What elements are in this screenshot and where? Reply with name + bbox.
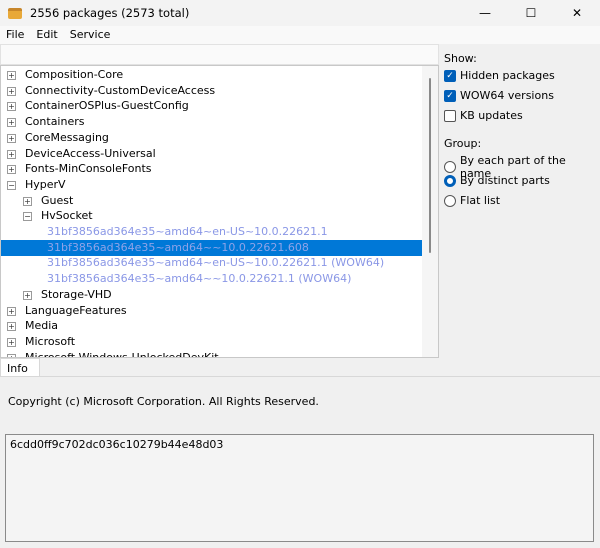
expand-icon[interactable]: +: [23, 196, 32, 206]
filter-input[interactable]: [0, 44, 439, 65]
tree-node-label: Microsoft-Windows-UnlockedDevKit: [25, 350, 219, 358]
tree-node[interactable]: + Guest: [1, 193, 422, 209]
tree-node-label: Microsoft: [25, 334, 76, 348]
tree-node[interactable]: + Fonts-MinConsoleFonts: [1, 161, 422, 177]
hidden-packages-checkbox[interactable]: ✓ Hidden packages: [444, 69, 555, 82]
tree-node[interactable]: + Storage-VHD: [1, 287, 422, 303]
group-heading: Group:: [444, 137, 482, 150]
tree-node-label: Connectivity-CustomDeviceAccess: [25, 83, 216, 97]
tree-node-label: Fonts-MinConsoleFonts: [25, 162, 152, 176]
wow64-versions-checkbox[interactable]: ✓ WOW64 versions: [444, 89, 554, 102]
menu-service[interactable]: Service: [64, 26, 117, 44]
tree-node-label: 31bf3856ad364e35~amd64~~10.0.22621.608: [47, 240, 309, 254]
menu-file[interactable]: File: [0, 26, 30, 44]
tree-node-label: Guest: [41, 193, 74, 207]
collapse-icon[interactable]: −: [7, 180, 16, 190]
scrollbar-thumb[interactable]: [429, 78, 431, 253]
radio-selected-icon: [444, 174, 456, 187]
tree-node-label: Composition-Core: [25, 68, 124, 81]
package-item[interactable]: 31bf3856ad364e35~amd64~en-US~10.0.22621.…: [1, 224, 422, 240]
show-heading: Show:: [444, 52, 477, 65]
tree-node[interactable]: + LanguageFeatures: [1, 303, 422, 319]
option-label: Flat list: [460, 194, 501, 207]
expand-icon[interactable]: +: [7, 102, 16, 112]
tree-node-label: Containers: [25, 115, 85, 129]
tree-node[interactable]: + Containers: [1, 114, 422, 130]
tree-node[interactable]: + ContainerOSPlus-GuestConfig: [1, 98, 422, 114]
expand-icon[interactable]: +: [23, 290, 32, 300]
minimize-button[interactable]: —: [462, 0, 508, 26]
tab-info[interactable]: Info: [0, 358, 40, 376]
group-distinct-parts-radio[interactable]: By distinct parts: [444, 174, 550, 187]
group-flat-list-radio[interactable]: Flat list: [444, 194, 500, 207]
kb-updates-checkbox[interactable]: KB updates: [444, 109, 523, 122]
checkbox-checked-icon: ✓: [444, 89, 456, 102]
option-label: KB updates: [460, 109, 523, 122]
tree-node-label: 31bf3856ad364e35~amd64~en-US~10.0.22621.…: [47, 256, 385, 270]
tree-node-label: Storage-VHD: [41, 287, 112, 301]
tree-node-label: HyperV: [25, 177, 66, 191]
radio-icon: [444, 161, 456, 173]
expand-icon[interactable]: +: [7, 165, 16, 175]
expand-icon[interactable]: +: [7, 118, 16, 128]
expand-icon[interactable]: +: [7, 337, 16, 347]
radio-icon: [444, 194, 456, 207]
tree-node-label: DeviceAccess-Universal: [25, 146, 156, 160]
tree-node-label: 31bf3856ad364e35~amd64~~10.0.22621.1 (WO…: [47, 272, 352, 286]
tree-scrollbar[interactable]: [422, 66, 438, 357]
tree-node-label: CoreMessaging: [25, 130, 109, 144]
tree-node-label: LanguageFeatures: [25, 303, 127, 317]
tree-node[interactable]: + Microsoft: [1, 334, 422, 350]
info-panel: Copyright (c) Microsoft Corporation. All…: [0, 376, 600, 548]
tree-node[interactable]: − HvSocket: [1, 208, 422, 224]
title-bar: 2556 packages (2573 total) — ☐ ✕: [0, 0, 600, 26]
checkbox-unchecked-icon: [444, 109, 456, 122]
tree-node[interactable]: + Media: [1, 318, 422, 334]
expand-icon[interactable]: +: [7, 133, 16, 143]
expand-icon[interactable]: +: [7, 71, 16, 80]
tree-node-label: 31bf3856ad364e35~amd64~en-US~10.0.22621.…: [47, 225, 328, 238]
expand-icon[interactable]: +: [7, 306, 16, 316]
close-button[interactable]: ✕: [554, 0, 600, 26]
maximize-button[interactable]: ☐: [508, 0, 554, 26]
tree-node[interactable]: + CoreMessaging: [1, 130, 422, 146]
tree-node[interactable]: + Composition-Core: [1, 67, 422, 83]
package-item[interactable]: 31bf3856ad364e35~amd64~~10.0.22621.1 (WO…: [1, 271, 422, 287]
collapse-icon[interactable]: −: [23, 212, 32, 222]
tree-node-label: ContainerOSPlus-GuestConfig: [25, 99, 189, 113]
app-folder-icon: [8, 7, 22, 19]
expand-icon[interactable]: +: [7, 149, 16, 159]
option-label: By distinct parts: [460, 174, 550, 187]
expand-icon[interactable]: +: [7, 322, 16, 332]
tree-node[interactable]: + DeviceAccess-Universal: [1, 146, 422, 162]
tree-node-label: HvSocket: [41, 209, 93, 223]
menu-edit[interactable]: Edit: [30, 26, 63, 44]
tree-node-label: Media: [25, 319, 59, 333]
window-title: 2556 packages (2573 total): [30, 6, 190, 20]
tree-node[interactable]: + Connectivity-CustomDeviceAccess: [1, 83, 422, 99]
menu-bar: File Edit Service: [0, 26, 600, 44]
checkbox-checked-icon: ✓: [444, 69, 456, 82]
hash-textbox[interactable]: 6cdd0ff9c702dc036c10279b44e48d03: [5, 434, 594, 542]
package-item[interactable]: 31bf3856ad364e35~amd64~~10.0.22621.608: [1, 239, 422, 256]
tree-node[interactable]: − HyperV: [1, 177, 422, 193]
copyright-text: Copyright (c) Microsoft Corporation. All…: [8, 395, 319, 408]
tree-node[interactable]: +Microsoft-Windows-UnlockedDevKit: [1, 350, 422, 358]
package-item[interactable]: 31bf3856ad364e35~amd64~en-US~10.0.22621.…: [1, 255, 422, 271]
options-panel: Show: ✓ Hidden packages ✓ WOW64 versions K…: [440, 44, 600, 358]
option-label: WOW64 versions: [460, 89, 554, 102]
expand-icon[interactable]: +: [7, 86, 16, 96]
package-tree[interactable]: + Composition-Core + Connectivity-CustomDev…: [0, 65, 439, 358]
option-label: Hidden packages: [460, 69, 555, 82]
